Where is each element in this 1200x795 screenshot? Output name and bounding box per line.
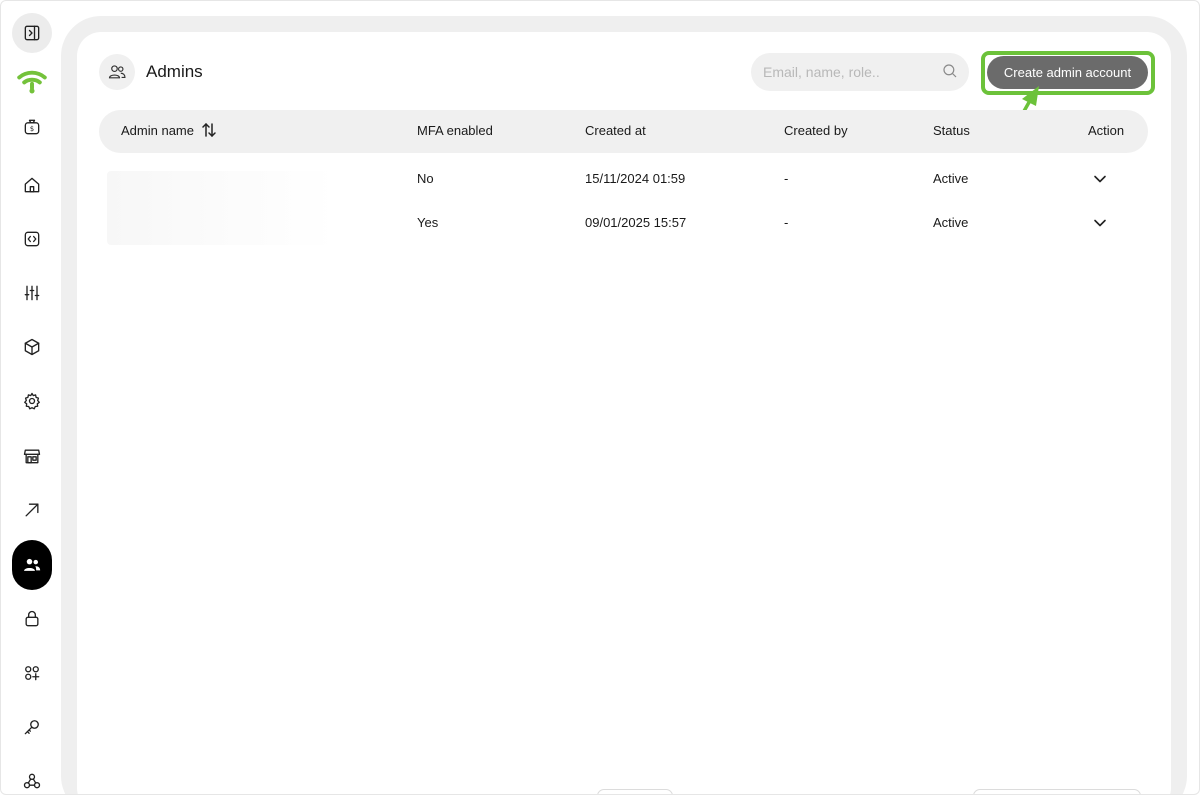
sidebar-toggle-button[interactable] — [12, 13, 52, 53]
home-icon — [24, 177, 40, 193]
key-icon — [24, 720, 39, 735]
search-input[interactable] — [751, 53, 969, 91]
pagination-control[interactable] — [597, 789, 673, 794]
webhook-icon — [23, 773, 41, 789]
sidebar-item-billing[interactable]: $ — [12, 107, 52, 147]
sidebar-item-external[interactable] — [12, 490, 52, 530]
column-header-admin-name[interactable]: Admin name — [121, 123, 194, 138]
row-action-button[interactable] — [1093, 216, 1107, 230]
users-icon — [24, 558, 41, 571]
column-header-mfa: MFA enabled — [417, 123, 493, 138]
created-at-cell: 09/01/2025 15:57 — [585, 215, 687, 230]
chevron-down-icon — [1094, 219, 1106, 227]
arrow-up-right-icon — [25, 503, 39, 517]
mfa-cell: No — [417, 171, 434, 186]
sidebar-item-api-keys[interactable] — [12, 707, 52, 747]
sort-icon[interactable] — [201, 122, 217, 138]
created-at-cell: 15/11/2024 01:59 — [585, 171, 686, 186]
sidebar-item-admins[interactable] — [12, 540, 52, 590]
sidebar-item-settings-sliders[interactable] — [12, 273, 52, 313]
wifi-logo-icon — [17, 70, 47, 94]
created-by-cell: - — [784, 171, 789, 186]
sidebar-item-integrations[interactable] — [12, 653, 52, 693]
lock-icon — [25, 610, 39, 627]
sidebar-toggle-icon — [24, 25, 40, 41]
column-header-status: Status — [933, 123, 970, 138]
row-action-button[interactable] — [1093, 172, 1107, 186]
money-bag-icon: $ — [24, 119, 40, 135]
sliders-icon — [24, 285, 40, 301]
sidebar-item-webhooks[interactable] — [12, 761, 52, 794]
sidebar-item-store[interactable] — [12, 436, 52, 476]
page-icon — [99, 54, 135, 90]
sidebar-item-configuration[interactable] — [12, 381, 52, 421]
brand-logo[interactable] — [12, 61, 52, 101]
code-icon — [24, 231, 40, 247]
sidebar-item-home[interactable] — [12, 165, 52, 205]
sidebar: $ — [1, 1, 63, 794]
column-header-action: Action — [1088, 123, 1125, 138]
redacted-admin-names — [107, 171, 337, 245]
apps-add-icon — [25, 666, 40, 681]
gear-icon — [24, 392, 40, 410]
column-header-created-at: Created at — [585, 123, 646, 138]
store-icon — [23, 449, 41, 464]
column-header-created-by: Created by — [784, 123, 848, 138]
cube-icon — [24, 338, 40, 356]
page-title: Admins — [146, 62, 203, 81]
sidebar-item-products[interactable] — [12, 327, 52, 367]
pagination-control[interactable] — [973, 789, 1141, 794]
status-cell: Active — [933, 171, 969, 186]
sidebar-item-security[interactable] — [12, 599, 52, 639]
status-cell: Active — [933, 215, 969, 230]
chevron-down-icon — [1094, 175, 1106, 183]
created-by-cell: - — [784, 215, 789, 230]
svg-text:$: $ — [30, 125, 34, 133]
mfa-cell: Yes — [417, 215, 439, 230]
search-icon[interactable] — [941, 62, 959, 80]
users-outline-icon — [108, 65, 126, 79]
sidebar-item-developer[interactable] — [12, 219, 52, 259]
app-window: $ Admins Email, name, role.. Create admi… — [0, 0, 1200, 795]
